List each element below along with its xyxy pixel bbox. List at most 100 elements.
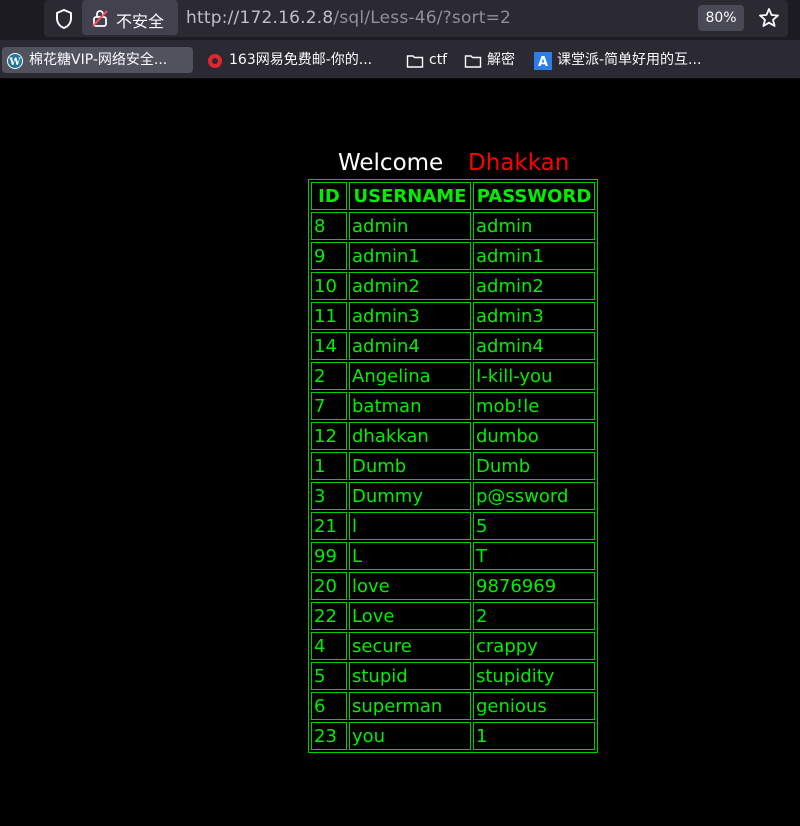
cell-id: 11 [311, 302, 347, 330]
cell-id: 1 [311, 452, 347, 480]
folder-icon [464, 55, 482, 68]
cell-password: mob!le [473, 392, 595, 420]
url-path: /sql/Less-46/?sort=2 [333, 8, 512, 28]
cell-id: 2 [311, 362, 347, 390]
cell-id: 6 [311, 692, 347, 720]
table-row: 11 admin3 admin3 [311, 302, 595, 330]
bookmark-label: 解密 [487, 52, 515, 68]
welcome-text: Welcome [338, 150, 444, 176]
cell-password: 1 [473, 722, 595, 750]
cell-password: p@ssword [473, 482, 595, 510]
cell-password: 5 [473, 512, 595, 540]
cell-username: admin [349, 212, 471, 240]
cell-id: 20 [311, 572, 347, 600]
folder-icon [406, 55, 424, 68]
cell-password: genious [473, 692, 595, 720]
cell-id: 14 [311, 332, 347, 360]
cell-password: stupidity [473, 662, 595, 690]
table-row: 10 admin2 admin2 [311, 272, 595, 300]
cell-username: Love [349, 602, 471, 630]
cell-username: l [349, 512, 471, 540]
table-row: 8 admin admin [311, 212, 595, 240]
cell-id: 22 [311, 602, 347, 630]
cell-password: T [473, 542, 595, 570]
insecure-lock-icon [92, 10, 108, 27]
cell-id: 9 [311, 242, 347, 270]
cell-password: admin [473, 212, 595, 240]
cell-username: stupid [349, 662, 471, 690]
bookmark-folder-jiemi[interactable]: 解密 [462, 47, 522, 73]
cell-username: superman [349, 692, 471, 720]
cell-username: secure [349, 632, 471, 660]
cell-username: admin4 [349, 332, 471, 360]
cell-id: 4 [311, 632, 347, 660]
netease-icon [208, 54, 222, 68]
tracking-protection-shield-icon[interactable] [52, 7, 76, 31]
cell-password: admin4 [473, 332, 595, 360]
bookmark-item-ketangpai[interactable]: A 课堂派-简单好用的互... [532, 47, 722, 73]
bookmarks-toolbar: W 棉花糖VIP-网络安全... 163网易免费邮-你的... ctf 解密 A… [0, 40, 800, 79]
bookmark-label: ctf [429, 52, 448, 68]
bookmark-star-icon[interactable] [757, 6, 781, 30]
cell-password: Dumb [473, 452, 595, 480]
bookmark-folder-ctf[interactable]: ctf [404, 47, 454, 73]
table-row: 21 l 5 [311, 512, 595, 540]
cell-username: L [349, 542, 471, 570]
column-header-password: PASSWORD [473, 182, 595, 210]
cell-username: admin3 [349, 302, 471, 330]
cell-id: 10 [311, 272, 347, 300]
insecure-label: 不安全 [116, 12, 165, 31]
cell-id: 5 [311, 662, 347, 690]
cell-username: batman [349, 392, 471, 420]
users-table: ID USERNAME PASSWORD 8 admin admin 9 admin1 a… [308, 179, 598, 753]
table-row: 2 Angelina I-kill-you [311, 362, 595, 390]
table-row: 1 Dumb Dumb [311, 452, 595, 480]
cell-password: I-kill-you [473, 362, 595, 390]
svg-text:W: W [8, 57, 21, 68]
ketangpai-icon: A [534, 52, 552, 70]
cell-username: Angelina [349, 362, 471, 390]
cell-username: dhakkan [349, 422, 471, 450]
cell-password: admin2 [473, 272, 595, 300]
table-row: 20 love 9876969 [311, 572, 595, 600]
cell-username: admin1 [349, 242, 471, 270]
url-text[interactable]: http://172.16.2.8/sql/Less-46/?sort=2 [186, 8, 511, 28]
cell-id: 7 [311, 392, 347, 420]
table-row: 6 superman genious [311, 692, 595, 720]
wordpress-icon: W [7, 53, 23, 69]
cell-id: 12 [311, 422, 347, 450]
table-row: 99 L T [311, 542, 595, 570]
cell-password: 9876969 [473, 572, 595, 600]
cell-password: 2 [473, 602, 595, 630]
zoom-level-button[interactable]: 80% [698, 5, 744, 31]
bookmark-item-163-mail[interactable]: 163网易免费邮-你的... [204, 47, 384, 73]
cell-id: 21 [311, 512, 347, 540]
table-row: 9 admin1 admin1 [311, 242, 595, 270]
table-row: 4 secure crappy [311, 632, 595, 660]
table-row: 22 Love 2 [311, 602, 595, 630]
table-row: 12 dhakkan dumbo [311, 422, 595, 450]
table-row: 3 Dummy p@ssword [311, 482, 595, 510]
cell-username: admin2 [349, 272, 471, 300]
column-header-id: ID [311, 182, 347, 210]
table-row: 5 stupid stupidity [311, 662, 595, 690]
cell-password: crappy [473, 632, 595, 660]
table-header-row: ID USERNAME PASSWORD [311, 182, 595, 210]
bookmark-label: 163网易免费邮-你的... [229, 52, 373, 68]
cell-username: love [349, 572, 471, 600]
cell-username: you [349, 722, 471, 750]
cell-username: Dummy [349, 482, 471, 510]
welcome-name: Dhakkan [468, 150, 570, 176]
cell-password: admin3 [473, 302, 595, 330]
cell-id: 99 [311, 542, 347, 570]
bookmark-item-mianhuatang[interactable]: W 棉花糖VIP-网络安全... [2, 47, 193, 73]
cell-username: Dumb [349, 452, 471, 480]
cell-password: dumbo [473, 422, 595, 450]
cell-id: 8 [311, 212, 347, 240]
url-host: http://172.16.2.8 [186, 8, 334, 28]
cell-password: admin1 [473, 242, 595, 270]
svg-text:A: A [538, 55, 548, 70]
table-row: 14 admin4 admin4 [311, 332, 595, 360]
cell-id: 3 [311, 482, 347, 510]
cell-id: 23 [311, 722, 347, 750]
